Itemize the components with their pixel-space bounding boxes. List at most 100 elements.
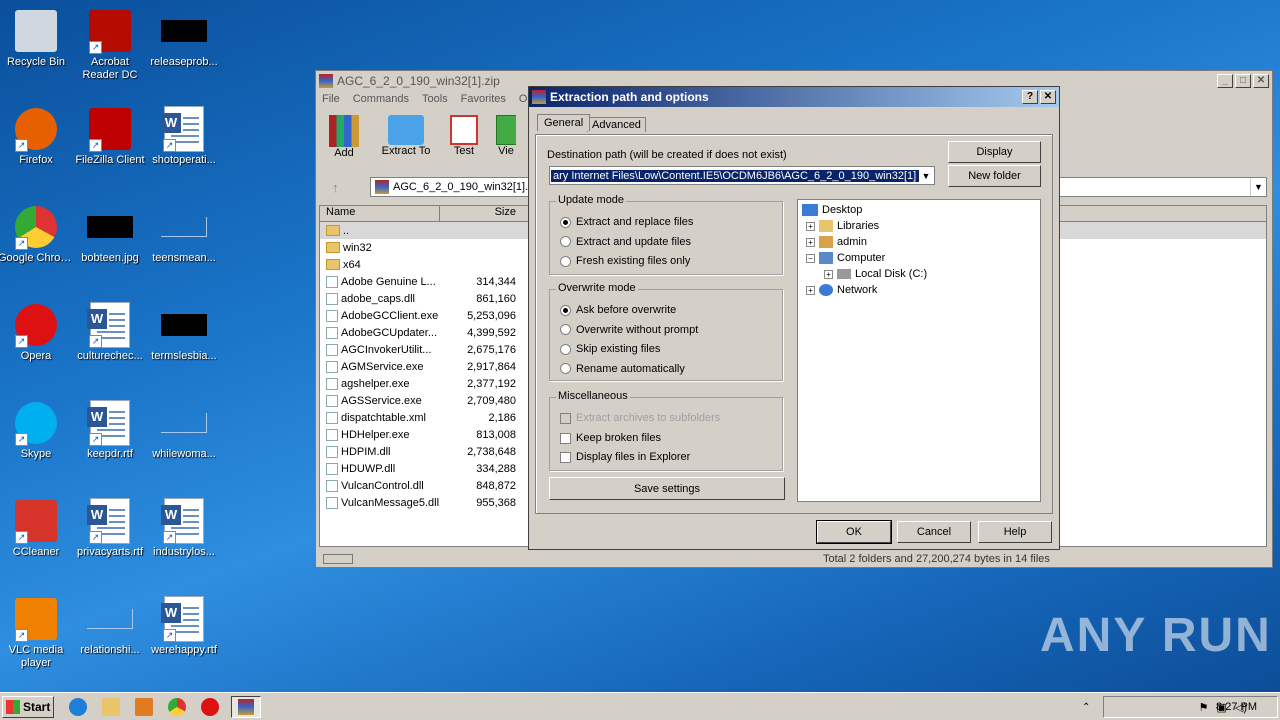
file-name: AdobeGCClient.exe [320,309,440,322]
tree-computer[interactable]: − Computer [802,250,1036,266]
radio-button[interactable] [560,304,571,316]
desktop-icon-ccleaner[interactable]: ↗ CCleaner [0,498,74,559]
maximize-button[interactable]: □ [1235,74,1251,88]
column-size[interactable]: Size [440,206,520,221]
desktop-icon-werehappy[interactable]: W ↗ werehappy.rtf [146,596,222,657]
winrar-taskbar-item[interactable] [231,695,261,718]
desktop-icon-skype[interactable]: ↗ Skype [0,400,74,461]
radio-extract-and-update-files[interactable]: Extract and update files [560,236,691,248]
radio-button[interactable] [560,343,571,355]
desktop-icon-acrobat-reader[interactable]: ↗ Acrobat Reader DC [72,8,148,82]
menu-file[interactable]: File [322,93,340,105]
menu-tools[interactable]: Tools [422,93,448,105]
expand-icon[interactable]: + [806,221,815,231]
tree-admin[interactable]: + admin [802,234,1036,250]
file-name: .. [320,225,440,237]
desktop-icon-opera[interactable]: ↗ Opera [0,302,74,363]
radio-rename-automatically[interactable]: Rename automatically [560,363,685,375]
desktop-icon-filezilla[interactable]: ↗ FileZilla Client [72,106,148,167]
new-folder-button[interactable]: New folder [948,165,1041,187]
media-player-icon[interactable] [135,697,153,716]
desktop-icon-firefox[interactable]: ↗ Firefox [0,106,74,167]
file-size: 861,160 [476,292,516,305]
desktop-icon-privacyarts[interactable]: W ↗ privacyarts.rtf [72,498,148,559]
radio-ask-before-overwrite[interactable]: Ask before overwrite [560,304,676,316]
file-size: 314,344 [476,275,516,288]
ie-icon[interactable] [69,697,87,716]
radio-button[interactable] [560,255,571,267]
toolbar-extract-label: Extract To [381,145,431,157]
minimize-button[interactable]: _ [1217,74,1233,88]
expand-icon[interactable]: + [806,285,815,295]
misc-label: Miscellaneous [556,390,630,402]
radio-button[interactable] [560,236,571,247]
dest-path-input[interactable]: ary Internet Files\Low\Content.IE5\OCDM6… [549,166,935,185]
tree-label: Desktop [822,204,863,216]
folder-tree[interactable]: Desktop + Libraries + admin − Computer + Loc… [797,199,1041,502]
option-display-explorer[interactable]: Display files in Explorer [560,451,690,463]
cancel-button[interactable]: Cancel [897,521,971,543]
radio-label: Ask before overwrite [576,304,677,316]
chevron-down-icon[interactable]: ▼ [1250,178,1266,196]
checkbox[interactable] [560,451,571,463]
tab-general[interactable]: General [537,114,591,131]
desktop-icon-culturechec[interactable]: W ↗ culturechec... [72,302,148,363]
save-settings-button[interactable]: Save settings [549,477,785,500]
clock[interactable]: 8:27 PM [1216,701,1257,713]
desktop-icon-teensmean[interactable]: teensmean... [146,204,222,265]
toolbar-test[interactable]: Test [446,115,482,159]
desktop-icon-releaseprob[interactable]: releaseprob... [146,8,222,69]
desktop-icon-recycle-bin[interactable]: Recycle Bin [0,8,74,69]
desktop-icon-keepdr[interactable]: W ↗ keepdr.rtf [72,400,148,461]
close-icon[interactable]: ✕ [1040,90,1056,104]
help-button[interactable]: Help [978,521,1052,543]
desktop-icon-label: termslesbia... [151,350,217,362]
column-name[interactable]: Name [320,206,440,221]
option-keep-broken[interactable]: Keep broken files [560,432,661,444]
tab-advanced[interactable]: Advanced [587,117,646,132]
toolbar-add[interactable]: Add [322,115,366,159]
desktop-icon-google-chrome[interactable]: ↗ Google Chrome [0,204,74,265]
desktop-icon-relationshi[interactable]: relationshi... [72,596,148,657]
radio-extract-and-replace-files[interactable]: Extract and replace files [560,216,693,228]
file-icon [326,343,338,356]
desktop-icon-bobteen[interactable]: bobteen.jpg [72,204,148,265]
tree-local-disk[interactable]: + Local Disk (C:) [802,266,1036,282]
close-button[interactable]: ✕ [1253,74,1269,88]
up-arrow-icon[interactable]: ↑ [332,180,339,195]
toolbar-view[interactable]: Vie [496,115,516,159]
radio-button[interactable] [560,216,571,228]
display-button[interactable]: Display [948,141,1041,163]
radio-overwrite-without-prompt[interactable]: Overwrite without prompt [560,324,698,336]
chrome-icon[interactable] [168,697,186,716]
opera-icon[interactable] [201,697,219,716]
flag-icon[interactable]: ⚑ [1199,701,1209,714]
ok-button[interactable]: OK [816,520,892,544]
desktop-icon-shotoperati[interactable]: W ↗ shotoperati... [146,106,222,167]
chevron-up-icon[interactable]: ⌃ [1082,702,1090,713]
dialog-titlebar[interactable]: Extraction path and options ? ✕ [529,87,1059,107]
toolbar-extract-to[interactable]: Extract To [380,115,432,159]
radio-fresh-existing-files-only[interactable]: Fresh existing files only [560,255,690,267]
desktop-icon-industrylos[interactable]: W ↗ industrylos... [146,498,222,559]
menu-favorites[interactable]: Favorites [461,93,506,105]
desktop-icon-whilewoma[interactable]: whilewoma... [146,400,222,461]
desktop-icon-vlc-player[interactable]: ↗ VLC media player [0,596,74,670]
radio-button[interactable] [560,363,571,374]
tree-desktop[interactable]: Desktop [802,202,1036,218]
collapse-icon[interactable]: − [806,253,815,263]
radio-button[interactable] [560,324,571,335]
chevron-down-icon[interactable]: ▼ [919,171,933,181]
radio-skip-existing-files[interactable]: Skip existing files [560,343,660,355]
explorer-icon[interactable] [102,697,120,716]
expand-icon[interactable]: + [806,237,815,247]
start-button[interactable]: Start [2,695,54,718]
tree-libraries[interactable]: + Libraries [802,218,1036,234]
checkbox[interactable] [560,432,571,444]
desktop-icon-termslesbia[interactable]: termslesbia... [146,302,222,363]
desktop-icon-label: FileZilla Client [75,154,145,166]
menu-commands[interactable]: Commands [353,93,409,105]
expand-icon[interactable]: + [824,269,833,279]
tree-network[interactable]: + Network [802,282,1036,298]
help-icon[interactable]: ? [1022,90,1038,104]
